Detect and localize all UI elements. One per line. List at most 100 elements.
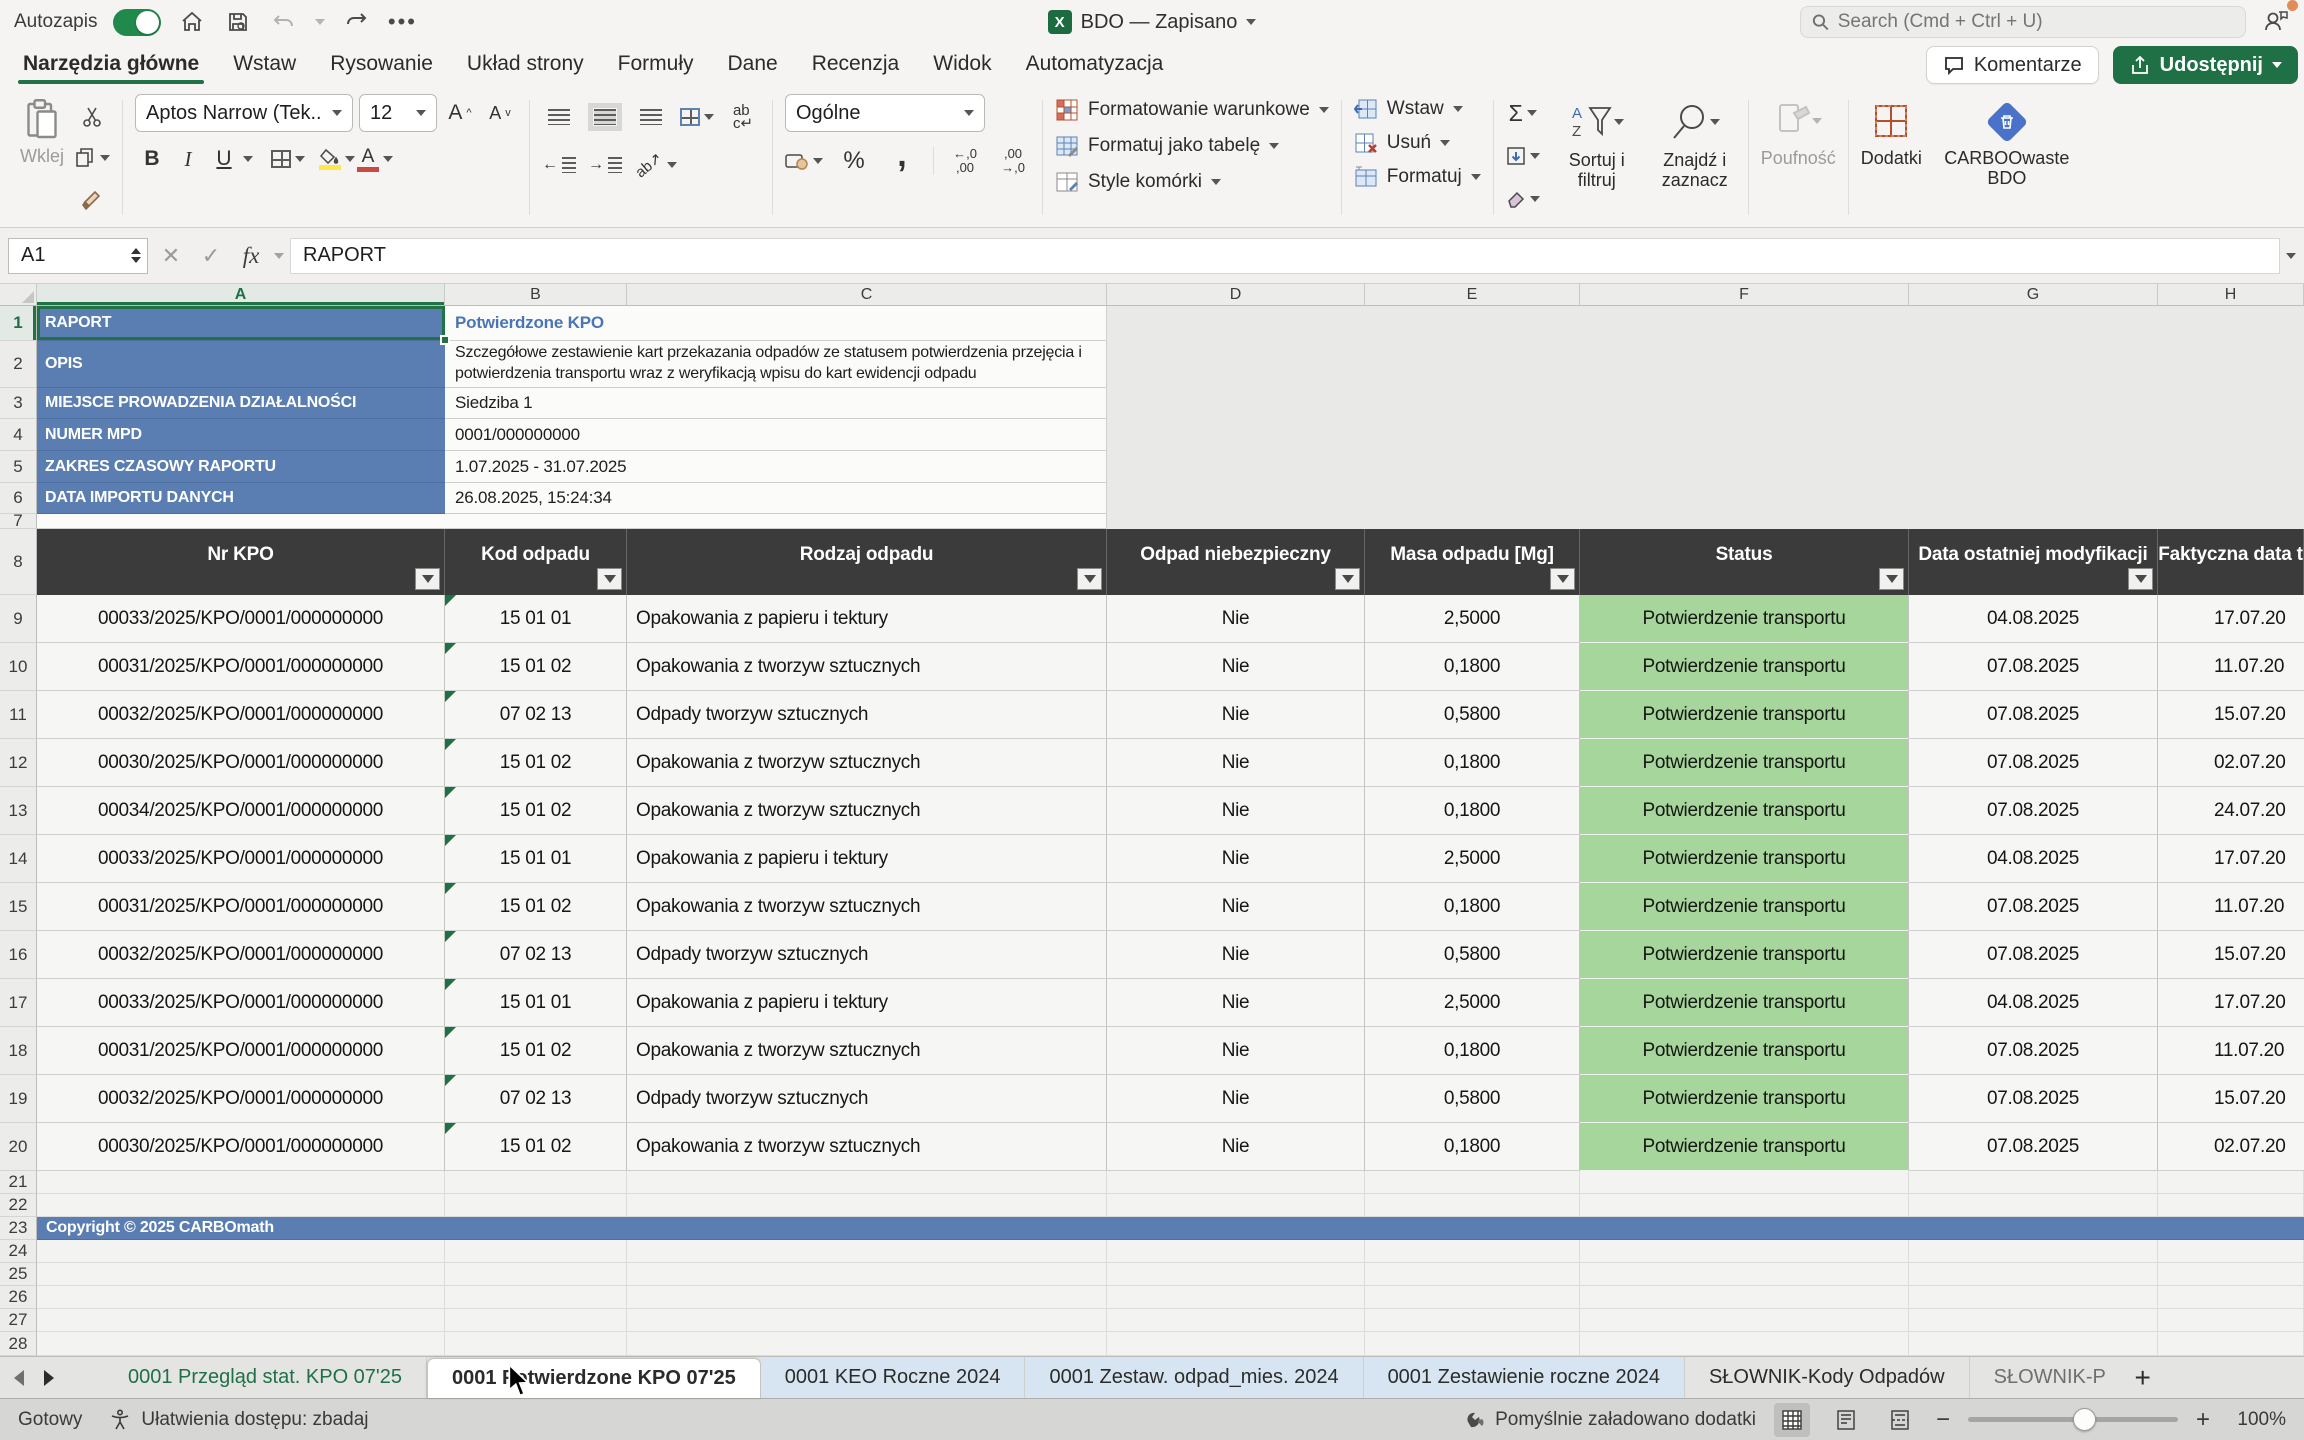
cell-E25[interactable] [1365,1263,1580,1286]
table-header-1[interactable]: Nr KPO [37,529,445,595]
cell-F12[interactable]: Potwierdzenie transportu [1580,739,1909,787]
cell-B26[interactable] [445,1286,627,1309]
row-header-24[interactable]: 24 [0,1240,37,1263]
cell-A24[interactable] [37,1240,445,1263]
cell-E21[interactable] [1365,1171,1580,1194]
zoom-slider[interactable] [1968,1417,2178,1422]
cell-C22[interactable] [627,1194,1107,1217]
cell-A16[interactable]: 00032/2025/KPO/0001/000000000 [37,931,445,979]
column-header-H[interactable]: H [2158,284,2304,305]
cell-F26[interactable] [1580,1286,1909,1309]
cell-A15[interactable]: 00031/2025/KPO/0001/000000000 [37,883,445,931]
row-header-14[interactable]: 14 [0,835,37,883]
cell-A20[interactable]: 00030/2025/KPO/0001/000000000 [37,1123,445,1171]
fill-color-button[interactable] [319,142,355,176]
cell-G16[interactable]: 07.08.2025 [1909,931,2158,979]
tab-wstaw[interactable]: Wstaw [216,52,313,86]
filter-button[interactable] [1550,568,1575,590]
underline-button[interactable]: U [207,142,241,176]
cell-E24[interactable] [1365,1240,1580,1263]
cell-D16[interactable]: Nie [1107,931,1365,979]
cell-A14[interactable]: 00033/2025/KPO/0001/000000000 [37,835,445,883]
cell-G15[interactable]: 07.08.2025 [1909,883,2158,931]
document-title[interactable]: BDO — Zapisano [1081,11,1238,34]
cell-B24[interactable] [445,1240,627,1263]
cell-F15[interactable]: Potwierdzenie transportu [1580,883,1909,931]
cell-H26[interactable] [2158,1286,2304,1309]
row-header-11[interactable]: 11 [0,691,37,739]
cell-B2[interactable]: Szczegółowe zestawienie kart przekazania… [445,341,1107,388]
cell-G18[interactable]: 07.08.2025 [1909,1027,2158,1075]
cell-B12[interactable]: 15 01 02 [445,739,627,787]
row-header-25[interactable]: 25 [0,1263,37,1286]
cell-F17[interactable]: Potwierdzenie transportu [1580,979,1909,1027]
row-header-5[interactable]: 5 [0,451,37,483]
row-header-13[interactable]: 13 [0,787,37,835]
title-chevron-icon[interactable] [1246,19,1256,25]
increase-indent-button[interactable]: → [588,148,622,182]
cell-D21[interactable] [1107,1171,1365,1194]
fill-down-button[interactable] [1506,139,1540,173]
tab-scroll-right[interactable] [34,1357,64,1398]
cell-D18[interactable]: Nie [1107,1027,1365,1075]
people-icon[interactable] [2262,6,2290,39]
bold-button[interactable]: B [135,142,169,176]
view-page-break-button[interactable] [1882,1403,1918,1437]
cell-F25[interactable] [1580,1263,1909,1286]
cell-G19[interactable]: 07.08.2025 [1909,1075,2158,1123]
autosum-button[interactable]: Σ [1506,96,1540,130]
cell-D11[interactable]: Nie [1107,691,1365,739]
cell-D25[interactable] [1107,1263,1365,1286]
cell-D13[interactable]: Nie [1107,787,1365,835]
cell-D27[interactable] [1107,1309,1365,1332]
insert-cells-button[interactable]: Wstaw [1354,98,1481,120]
row-header-15[interactable]: 15 [0,883,37,931]
cell-E15[interactable]: 0,1800 [1365,883,1580,931]
column-header-D[interactable]: D [1107,284,1365,305]
cell-H20[interactable]: 02.07.20 [2158,1123,2304,1171]
cell-D14[interactable]: Nie [1107,835,1365,883]
cell-C24[interactable] [627,1240,1107,1263]
row-header-23[interactable]: 23 [0,1217,37,1240]
cell-A9[interactable]: 00033/2025/KPO/0001/000000000 [37,595,445,643]
column-header-F[interactable]: F [1580,284,1909,305]
merge-cells-button[interactable] [680,100,714,134]
cell-B6[interactable]: 26.08.2025, 15:24:34 [445,483,1107,514]
zoom-slider-knob[interactable] [2073,1408,2096,1431]
copy-button[interactable] [74,141,110,175]
cell-G11[interactable]: 07.08.2025 [1909,691,2158,739]
cell-G22[interactable] [1909,1194,2158,1217]
cell-B28[interactable] [445,1332,627,1356]
cell-E12[interactable]: 0,1800 [1365,739,1580,787]
row-header-28[interactable]: 28 [0,1332,37,1356]
cell-H24[interactable] [2158,1240,2304,1263]
decrease-indent-button[interactable]: ← [542,148,576,182]
cell-H21[interactable] [2158,1171,2304,1194]
zoom-in-button[interactable]: + [2196,1408,2210,1432]
cell-A26[interactable] [37,1286,445,1309]
cell-E17[interactable]: 2,5000 [1365,979,1580,1027]
row-header-22[interactable]: 22 [0,1194,37,1217]
cell-E14[interactable]: 2,5000 [1365,835,1580,883]
cell-H16[interactable]: 15.07.20 [2158,931,2304,979]
row-header-19[interactable]: 19 [0,1075,37,1123]
select-all-corner[interactable] [0,284,37,305]
table-header-4[interactable]: Odpad niebezpieczny [1107,529,1365,595]
cell-B13[interactable]: 15 01 02 [445,787,627,835]
row-header-6[interactable]: 6 [0,483,37,514]
cell-H17[interactable]: 17.07.20 [2158,979,2304,1027]
row-header-16[interactable]: 16 [0,931,37,979]
cell-G26[interactable] [1909,1286,2158,1309]
search-box[interactable] [1800,6,2246,38]
cell-F21[interactable] [1580,1171,1909,1194]
cell-C18[interactable]: Opakowania z tworzyw sztucznych [627,1027,1107,1075]
cell-E19[interactable]: 0,5800 [1365,1075,1580,1123]
cell-A6[interactable]: DATA IMPORTU DANYCH [37,483,445,514]
cell-H13[interactable]: 24.07.20 [2158,787,2304,835]
sheet-tab-7[interactable]: SŁOWNIK-P [1970,1357,2120,1398]
cell-D12[interactable]: Nie [1107,739,1365,787]
cell-B15[interactable]: 15 01 02 [445,883,627,931]
save-icon[interactable] [223,7,253,37]
cell-F14[interactable]: Potwierdzenie transportu [1580,835,1909,883]
cell-B16[interactable]: 07 02 13 [445,931,627,979]
